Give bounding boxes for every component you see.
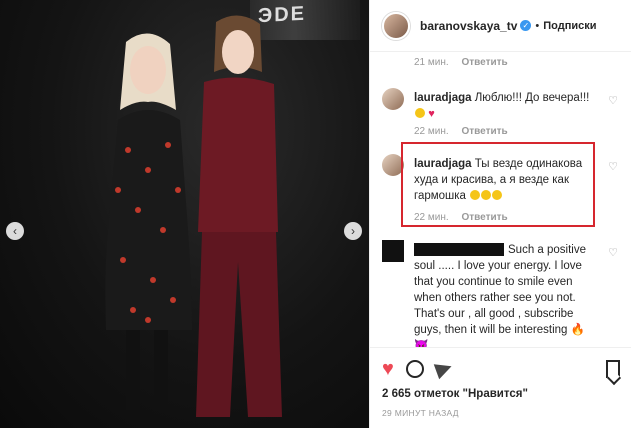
- next-photo-button[interactable]: ›: [344, 222, 362, 240]
- post-header: baranovskaya_tv ✓ • Подписки: [370, 0, 631, 52]
- post-actions: ♥ 2 665 отметок "Нравится" 29 МИНУТ НАЗА…: [370, 347, 631, 418]
- comment-meta: 22 мин. Ответить: [414, 126, 518, 137]
- reply-button[interactable]: Ответить: [461, 126, 507, 137]
- post-photo[interactable]: ЭDE ‹ ›: [0, 0, 369, 428]
- smiley-emoji-icon: [415, 108, 425, 118]
- separator-dot: •: [535, 19, 540, 32]
- comment-meta: 21 мин. Ответить: [382, 57, 622, 68]
- action-bar: ♥: [382, 358, 620, 380]
- comment-time: 22 мин.: [414, 126, 449, 137]
- comment-text: lauradjaga Люблю!!! До вечера!!! ♥: [414, 90, 600, 122]
- redacted-avatar: [382, 240, 404, 262]
- like-heart-icon[interactable]: ♥: [382, 358, 394, 381]
- previous-photo-button[interactable]: ‹: [6, 222, 24, 240]
- list-item: Such a positive soul ..... I love your e…: [382, 240, 622, 347]
- devil-emoji-icon: 😈: [414, 340, 429, 347]
- bookmark-icon[interactable]: [606, 360, 620, 378]
- heart-emoji-icon: ♥: [428, 108, 435, 120]
- comment-text: Such a positive soul ..... I love your e…: [414, 242, 600, 347]
- share-icon[interactable]: [433, 358, 455, 380]
- comment-time: 21 мин.: [414, 57, 449, 68]
- likes-count[interactable]: 2 665 отметок "Нравится": [382, 388, 620, 400]
- commenter-avatar[interactable]: [382, 88, 404, 110]
- redacted-username: [414, 243, 504, 257]
- fire-emoji-icon: 🔥: [570, 324, 585, 336]
- verified-badge-icon: ✓: [520, 20, 532, 31]
- comment-icon[interactable]: [405, 360, 424, 378]
- comment-body: Люблю!!! До вечера!!!: [474, 92, 590, 104]
- like-comment-icon[interactable]: ♡: [608, 246, 618, 259]
- like-comment-icon[interactable]: ♡: [608, 94, 618, 107]
- list-item: lauradjaga Люблю!!! До вечера!!! ♥ ♡ 22 …: [382, 88, 622, 144]
- post-timestamp: 29 МИНУТ НАЗАД: [382, 408, 459, 418]
- author-avatar[interactable]: [382, 11, 410, 40]
- reply-button[interactable]: Ответить: [461, 57, 507, 68]
- list-item: 21 мин. Ответить: [382, 57, 622, 68]
- author-username[interactable]: baranovskaya_tv: [420, 19, 517, 33]
- woman-right-figure: [196, 15, 282, 417]
- comment-body: Such a positive soul ..... I love your e…: [414, 244, 586, 336]
- following-button[interactable]: Подписки: [543, 20, 596, 32]
- commenter-username[interactable]: lauradjaga: [414, 92, 472, 104]
- like-comment-icon[interactable]: ♡: [608, 160, 618, 173]
- highlight-box: [401, 142, 595, 227]
